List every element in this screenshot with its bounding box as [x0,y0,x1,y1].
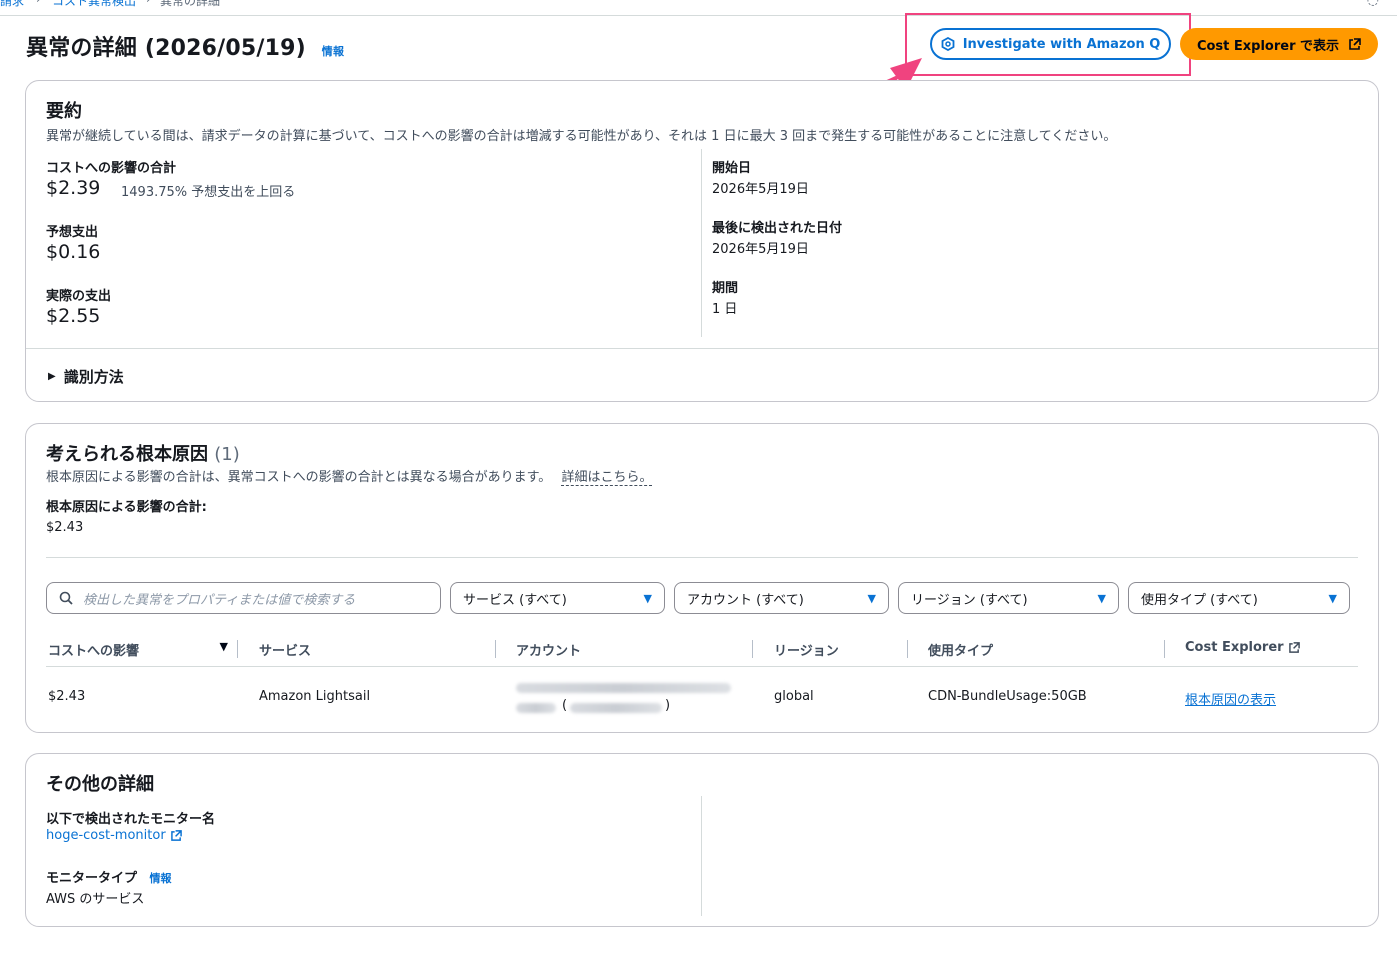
breadcrumb-current: 異常の詳細 [160,0,221,8]
root-cause-heading: 考えられる根本原因 (1) [46,440,240,466]
column-header-cost-explorer: Cost Explorer [1185,640,1300,655]
total-impact-value: $2.39 [46,177,101,199]
root-cause-heading-text: 考えられる根本原因 [46,444,208,465]
breadcrumb-anomaly-detection[interactable]: コスト異常検出 [52,0,136,9]
account-filter-select[interactable]: アカウント (すべて) ▼ [674,582,889,614]
root-cause-note: 根本原因による影響の合計は、異常コストへの影響の合計とは異なる場合があります。 … [46,466,653,486]
column-header-usage-type[interactable]: 使用タイプ [928,640,993,659]
usage-type-filter-value: 使用タイプ (すべて) [1141,592,1258,608]
column-header-service[interactable]: サービス [259,640,311,659]
column-header-cost-explorer-label: Cost Explorer [1185,640,1284,655]
caret-right-icon: ▶ [48,371,56,382]
other-details-heading: その他の詳細 [46,774,154,795]
caret-down-icon: ▼ [1097,591,1106,605]
view-in-cost-explorer-button[interactable]: Cost Explorer で表示 [1180,28,1378,60]
caret-down-icon: ▼ [867,591,876,605]
row-region: global [774,689,814,704]
expected-spend-value: $0.16 [46,241,101,263]
investigate-amazon-q-button[interactable]: Investigate with Amazon Q [930,28,1171,60]
column-divider [701,796,702,916]
main-content: 異常の詳細 (2026/05/19) 情報 Investigate with A… [0,13,1397,970]
duration-label: 期間 [712,281,739,296]
caret-down-icon: ▼ [643,591,652,605]
row-account-paren-close: ) [665,698,671,713]
root-cause-search-input[interactable]: 検出した異常をプロパティまたは値で検索する [46,582,441,614]
monitor-type-label: モニタータイプ [46,871,138,886]
start-date-label: 開始日 [712,161,752,176]
table-header-divider [46,666,1358,667]
other-details-card: その他の詳細 以下で検出されたモニター名 hoge-cost-monitor モ… [25,753,1379,927]
breadcrumb-separator: › [146,0,151,6]
identification-method-label: 識別方法 [63,368,124,386]
expected-spend-label: 予想支出 [46,225,99,240]
column-separator [752,640,753,658]
breadcrumb-billing[interactable]: 請求 [0,0,24,9]
monitor-name-label: 以下で検出されたモニター名 [46,812,216,827]
region-filter-value: リージョン (すべて) [911,592,1028,608]
view-root-cause-link[interactable]: 根本原因の表示 [1185,689,1276,708]
help-icon[interactable]: ◌ [1367,0,1379,8]
summary-heading: 要約 [46,101,82,122]
search-placeholder: 検出した異常をプロパティまたは値で検索する [83,592,356,608]
service-filter-value: サービス (すべて) [463,592,567,608]
page-title: 異常の詳細 (2026/05/19) 情報 [26,30,344,62]
row-usage-type: CDN-BundleUsage:50GB [928,689,1087,704]
search-icon [59,591,73,605]
last-detected-value: 2026年5月19日 [712,242,809,257]
monitor-type-value: AWS のサービス [46,892,145,907]
actual-spend-value: $2.55 [46,305,101,327]
total-impact-label: コストへの影響の合計 [46,161,177,176]
investigate-amazon-q-label: Investigate with Amazon Q [962,36,1161,52]
row-account-paren-open: ( [562,698,568,713]
section-divider [26,348,1378,349]
breadcrumb-separator: › [36,0,41,6]
usage-type-filter-select[interactable]: 使用タイプ (すべて) ▼ [1128,582,1350,614]
account-filter-value: アカウント (すべて) [687,592,804,608]
total-impact-percent: 1493.75% 予想支出を上回る [121,185,296,200]
external-link-icon [1288,642,1300,653]
start-date-value: 2026年5月19日 [712,182,809,197]
monitor-type-label-row: モニタータイプ 情報 [46,867,172,886]
amazon-q-icon [941,37,955,51]
info-link[interactable]: 情報 [322,45,344,58]
column-separator [1164,640,1165,658]
root-cause-total-label: 根本原因による影響の合計: [46,500,207,515]
external-link-icon [1349,38,1361,50]
root-cause-note-text: 根本原因による影響の合計は、異常コストへの影響の合計とは異なる場合があります。 [46,470,552,485]
root-cause-total-value: $2.43 [46,520,84,535]
column-divider [701,149,702,337]
monitor-name-value: hoge-cost-monitor [46,828,166,843]
column-header-impact-label: コストへの影響 [48,644,140,659]
identification-method-toggle[interactable]: ▶ 識別方法 [48,366,124,387]
column-header-region[interactable]: リージョン [774,640,839,659]
row-impact: $2.43 [48,689,86,704]
summary-card: 要約 異常が継続している間は、請求データの計算に基づいて、コストへの影響の合計は… [25,80,1379,402]
caret-down-icon: ▼ [1328,591,1337,605]
column-separator [495,640,496,658]
last-detected-label: 最後に検出された日付 [712,221,843,236]
actual-spend-label: 実際の支出 [46,289,112,304]
column-separator [907,640,908,658]
external-link-icon [170,830,182,841]
learn-more-link[interactable]: 詳細はこちら。 [561,470,653,486]
sort-desc-icon: ▼ [219,640,228,653]
column-header-account[interactable]: アカウント [516,640,581,659]
region-filter-select[interactable]: リージョン (すべて) ▼ [898,582,1119,614]
monitor-name-link[interactable]: hoge-cost-monitor [46,828,182,843]
section-divider [46,557,1358,558]
root-cause-card: 考えられる根本原因 (1) 根本原因による影響の合計は、異常コストへの影響の合計… [25,423,1379,733]
duration-value: 1 日 [712,302,738,317]
view-in-cost-explorer-label: Cost Explorer で表示 [1196,38,1340,54]
column-separator [237,640,238,658]
monitor-type-info-link[interactable]: 情報 [150,872,172,885]
summary-note: 異常が継続している間は、請求データの計算に基づいて、コストへの影響の合計は増減す… [46,129,1117,144]
column-header-impact[interactable]: コストへの影響 ▼ [48,640,228,659]
row-service: Amazon Lightsail [259,689,371,704]
root-cause-count: (1) [214,444,240,465]
page-title-text: 異常の詳細 (2026/05/19) [26,36,306,61]
service-filter-select[interactable]: サービス (すべて) ▼ [450,582,665,614]
